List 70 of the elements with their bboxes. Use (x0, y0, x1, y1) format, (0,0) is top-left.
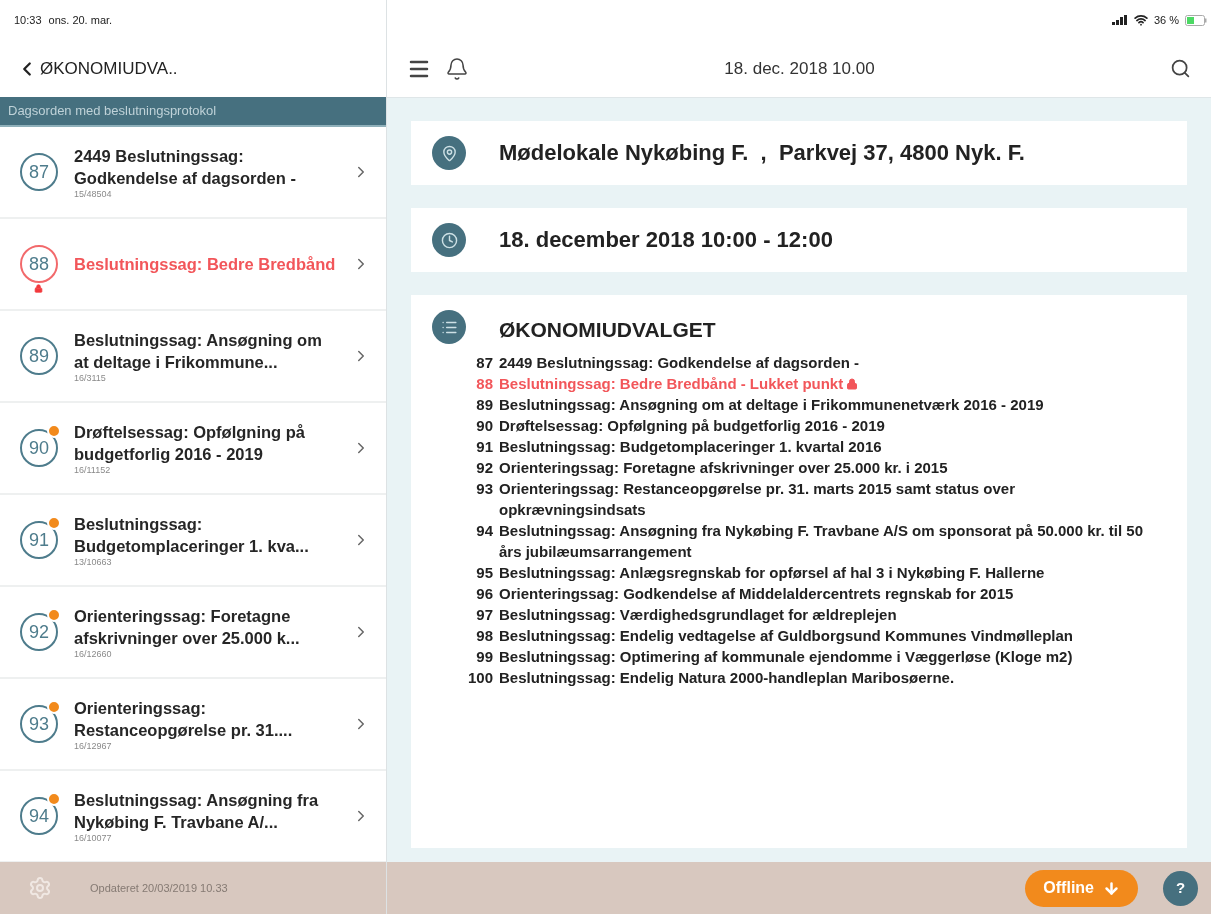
agenda-entry[interactable]: Beslutningssag: Værdighedsgrundlaget for ældreplejen (499, 604, 1145, 625)
attachment-badge (47, 792, 61, 806)
attachment-badge (47, 608, 61, 622)
agenda-entry[interactable]: 2449 Beslutningssag: Godkendelse af dagsorden - (499, 352, 1145, 373)
agenda-number: 95 (475, 563, 493, 583)
section-header: Dagsorden med beslutningsprotokol (0, 97, 386, 127)
item-title: Beslutningssag: Ansøgning fra Nykøbing F. Travbane A/... (74, 790, 320, 833)
signal-icon (1111, 15, 1128, 25)
agenda-number: 99 (475, 647, 493, 667)
agenda-entry[interactable]: Beslutningssag: Ansøgning om at deltage i Frikommunenetværk 2016 - 2019 (499, 394, 1145, 415)
agenda-entry[interactable]: Beslutningssag: Anlægsregnskab for opførsel af hal 3 i Nykøbing F. Hallerne (499, 562, 1145, 583)
agenda-number: 97 (475, 605, 493, 625)
help-button[interactable]: ? (1163, 870, 1198, 906)
agenda-number: 96 (475, 584, 493, 604)
lock-icon (846, 378, 859, 390)
clock-icon (432, 223, 466, 257)
agenda-entry[interactable]: Orienteringssag: Foretagne afskrivninger over 25.000 kr. i 2015 (499, 457, 1145, 478)
updated-text: Opdateret 20/03/2019 10.33 (90, 880, 228, 896)
wifi-icon (1133, 13, 1148, 27)
attachment-badge (47, 700, 61, 714)
agenda-number: 98 (475, 626, 493, 646)
item-title: Beslutningssag: Budgetomplaceringer 1. kva... (74, 514, 310, 557)
back-button[interactable]: ØKONOMIUDVA.. (0, 40, 386, 97)
search-icon[interactable] (1170, 58, 1191, 79)
toolbar-title: 18. dec. 2018 10.00 (723, 57, 876, 80)
download-arrow-icon (1103, 879, 1120, 897)
case-number: 16/3115 (74, 373, 107, 383)
agenda-number: 92 (475, 458, 493, 478)
agenda-number: 87 (475, 353, 493, 373)
committee-title: ØKONOMIUDVALGET (499, 317, 717, 343)
agenda-number: 89 (475, 395, 493, 415)
item-title: Beslutningssag: Bedre Bredbånd (74, 254, 336, 275)
agenda-number: 93 (475, 479, 493, 499)
agenda-number: 91 (475, 437, 493, 457)
battery-icon (1185, 14, 1207, 26)
case-number: 16/12660 (74, 649, 113, 659)
agenda-entry[interactable]: Orienteringssag: Godkendelse af Middelaldercentrets regnskab for 2015 (499, 583, 1145, 604)
time-text: 18. december 2018 10:00 - 12:00 (499, 226, 834, 254)
agenda-entry[interactable]: Drøftelsessag: Opfølgning på budgetforlig 2016 - 2019 (499, 415, 1145, 436)
agenda-entry[interactable]: Beslutningssag: Budgetomplaceringer 1. kvartal 2016 (499, 436, 1145, 457)
lock-icon (34, 284, 43, 293)
item-title: Beslutningssag: Ansøgning om at deltage i Frikommune... (74, 330, 323, 373)
agenda-number: 90 (475, 416, 493, 436)
item-title: Orienteringssag: Restanceopgørelse pr. 31.... (74, 698, 294, 741)
bell-icon[interactable] (445, 56, 469, 81)
agenda-number: 100 (466, 668, 493, 688)
status-time: 10:33 (14, 12, 42, 28)
sync-wheel-icon (28, 876, 52, 900)
list-icon (432, 310, 466, 344)
case-number: 15/48504 (74, 189, 113, 199)
attachment-badge (47, 516, 61, 530)
status-date: ons. 20. mar. (48, 12, 113, 28)
case-number: 13/10663 (74, 557, 113, 567)
agenda-entry[interactable]: Beslutningssag: Optimering af kommunale ejendomme i Væggerløse (Kloge m2) (499, 646, 1145, 667)
attachment-badge (47, 424, 61, 438)
agenda-number: 94 (475, 521, 493, 541)
case-number: 16/12967 (74, 741, 113, 751)
agenda-entry[interactable]: Beslutningssag: Endelig vedtagelse af Guldborgsund Kommunes Vindmølleplan (499, 625, 1145, 646)
battery-percent: 36 % (1153, 12, 1179, 28)
agenda-number: 88 (475, 374, 493, 394)
item-title: Orienteringssag: Foretagne afskrivninger over 25.000 k... (74, 606, 301, 649)
agenda-entry[interactable]: Orienteringssag: Restanceopgørelse pr. 31. marts 2015 samt status over opkrævningsindsats (499, 478, 1145, 520)
location-pin-icon (432, 136, 466, 170)
case-number: 16/11152 (74, 465, 112, 475)
item-title: 2449 Beslutningssag: Godkendelse af dagsorden - (74, 146, 297, 189)
item-title: Drøftelsessag: Opfølgning på budgetforlig 2016 - 2019 (74, 422, 307, 465)
agenda-entry[interactable]: Beslutningssag: Ansøgning fra Nykøbing F. Travbane A/S om sponsorat på 50.000 kr. til 50 års jubilæumsarrangement (499, 520, 1145, 562)
agenda-entry[interactable]: Beslutningssag: Endelig Natura 2000-handleplan Maribosøerne. (499, 667, 1145, 688)
location-text: Mødelokale Nykøbing F. , Parkvej 37, 4800 Nyk. F. (499, 139, 1026, 167)
case-number: 16/10077 (74, 833, 113, 843)
